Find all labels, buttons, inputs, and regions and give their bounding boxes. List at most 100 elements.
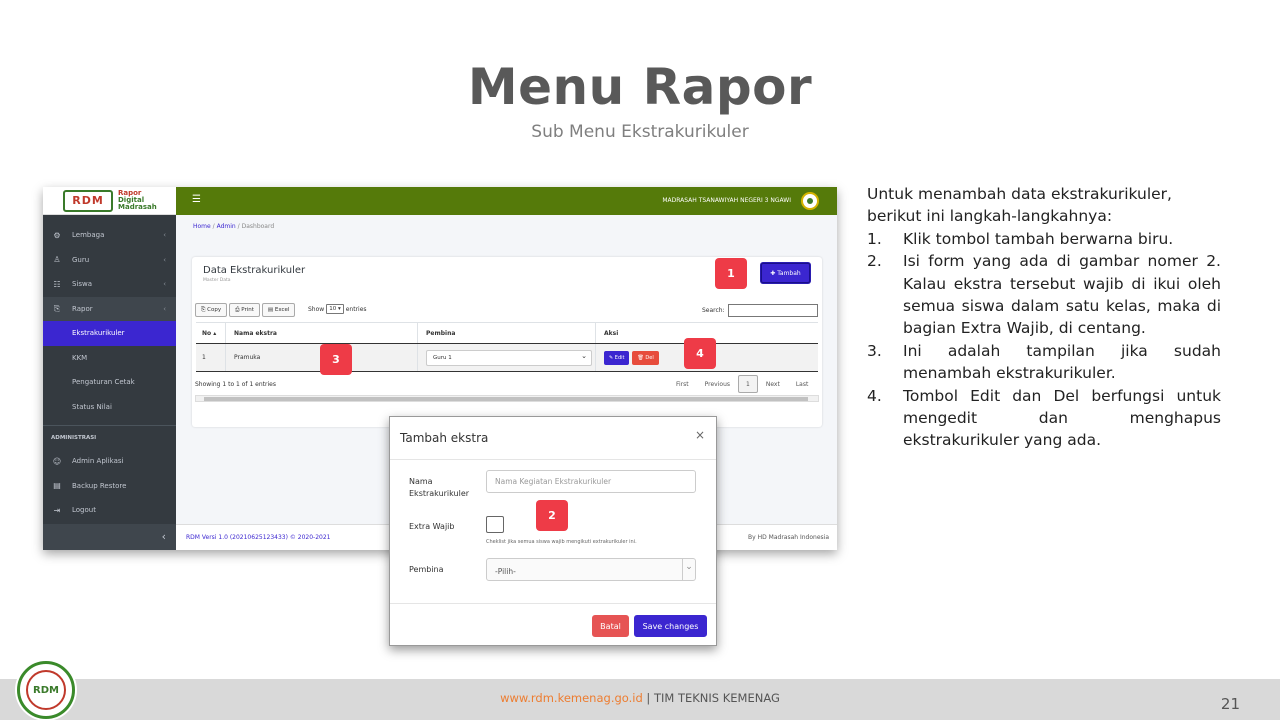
breadcrumb-sep: / xyxy=(212,223,215,230)
sidebar-item-rapor[interactable]: ⎘ Rapor ‹ xyxy=(43,296,176,321)
wajib-help: Cheklist jika semua siswa wajib mengikut… xyxy=(486,539,637,545)
step-item: 3. Ini adalah tampilan jika sudah menamba… xyxy=(867,340,1221,385)
col-no[interactable]: No ▴ xyxy=(196,323,226,343)
sidebar-subitem-ekstrakurikuler[interactable]: Ekstrakurikuler xyxy=(43,321,176,346)
school-logo-icon xyxy=(801,192,819,210)
step-item: 4. Tombol Edit dan Del berfungsi untuk me… xyxy=(867,385,1221,452)
sidebar-item-guru[interactable]: ♙ Guru ‹ xyxy=(43,248,176,273)
table-row: 1 Pramuka Guru 1 ✎ Edit 🗑 Del xyxy=(196,344,818,372)
breadcrumb: Home / Admin / Dashboard xyxy=(193,223,274,230)
pagination: First Previous 1 Next Last xyxy=(668,375,816,393)
pager-last[interactable]: Last xyxy=(788,381,817,388)
sidebar-item-label: Backup Restore xyxy=(72,481,127,490)
logout-icon: ⇥ xyxy=(53,505,61,515)
instructions-steps: 1. Klik tombol tambah berwarna biru. 2. Is… xyxy=(867,228,1221,452)
sidebar-item-logout[interactable]: ⇥ Logout xyxy=(43,498,176,523)
chevron-left-icon: ‹ xyxy=(163,231,166,240)
marker-1: 1 xyxy=(715,258,747,289)
sidebar-item-label: Logout xyxy=(72,506,96,515)
brand-text: Rapor Digital Madrasah xyxy=(118,190,157,211)
page-length-select[interactable]: 10 ▾ xyxy=(326,304,344,314)
table-info: Showing 1 to 1 of 1 entries xyxy=(195,381,276,388)
export-tools: ⎘ Copy ⎙ Print ▤ Excel xyxy=(195,303,296,317)
marker-3: 3 xyxy=(320,344,352,375)
page-number: 21 xyxy=(1220,695,1240,713)
extra-wajib-checkbox[interactable] xyxy=(486,516,504,533)
table-search: Search: xyxy=(702,304,818,317)
step-text: Ini adalah tampilan jika sudah menambah … xyxy=(903,341,1221,383)
batal-button[interactable]: Batal xyxy=(592,615,629,637)
slide: Menu Rapor Sub Menu Ekstrakurikuler RDM … xyxy=(0,0,1280,720)
table-header-row: No ▴ Nama ekstra Pembina Aksi xyxy=(196,322,818,344)
show-label: Show xyxy=(308,305,325,313)
excel-button[interactable]: ▤ Excel xyxy=(261,303,296,317)
app-version: RDM Versi 1.0 (20210625123433) © 2020-20… xyxy=(186,534,331,541)
copy-button[interactable]: ⎘ Copy xyxy=(195,303,228,317)
search-label: Search: xyxy=(702,307,725,314)
slide-subtitle: Sub Menu Ekstrakurikuler xyxy=(531,122,749,142)
card-subtitle: Master Data xyxy=(203,278,231,283)
slide-title: Menu Rapor xyxy=(467,58,813,116)
sidebar-subitem-pengaturan-cetak[interactable]: Pengaturan Cetak xyxy=(43,370,176,395)
sidebar-header-administrasi: ADMINISTRASI xyxy=(43,425,176,449)
modal-footer: Batal Save changes xyxy=(390,603,716,646)
copy-icon: ⎘ xyxy=(53,303,61,313)
edit-button[interactable]: ✎ Edit xyxy=(604,350,630,365)
breadcrumb-admin[interactable]: Admin xyxy=(217,223,236,230)
step-text: Isi form yang ada di gambar nomer 2. Kal… xyxy=(903,252,1221,338)
brand[interactable]: RDM Rapor Digital Madrasah xyxy=(43,187,176,215)
cell-no: 1 xyxy=(196,344,226,371)
step-number: 4. xyxy=(867,386,882,405)
pembina-modal-select[interactable]: -Pilih- xyxy=(486,558,696,581)
marker-2: 2 xyxy=(536,500,568,531)
breadcrumb-home[interactable]: Home xyxy=(193,223,211,230)
rdm-seal-logo-icon: RDM xyxy=(17,661,75,719)
users-icon: ☷ xyxy=(53,279,61,289)
sidebar: RDM Rapor Digital Madrasah ⚙ Lembaga ‹ ♙… xyxy=(43,187,176,550)
chevron-left-icon: ‹ xyxy=(163,255,166,264)
footer-url[interactable]: www.rdm.kemenag.go.id xyxy=(500,691,643,705)
pembina-select[interactable]: Guru 1 xyxy=(426,349,592,366)
sidebar-item-lembaga[interactable]: ⚙ Lembaga ‹ xyxy=(43,223,176,248)
nama-ekstra-input[interactable]: Nama Kegiatan Ekstrakurikuler xyxy=(486,470,696,493)
chevron-left-icon: ‹ xyxy=(161,530,166,543)
entries-label: entries xyxy=(345,305,367,313)
marker-4: 4 xyxy=(684,338,716,369)
pager-next[interactable]: Next xyxy=(758,381,788,388)
chevron-left-icon: ‹ xyxy=(163,304,166,313)
step-text: Klik tombol tambah berwarna biru. xyxy=(903,229,1174,248)
print-button[interactable]: ⎙ Print xyxy=(229,303,260,317)
sidebar-subitem-status-nilai[interactable]: Status Nilai xyxy=(43,395,176,420)
step-item: 1. Klik tombol tambah berwarna biru. xyxy=(867,228,1221,250)
pager-previous[interactable]: Previous xyxy=(697,381,738,388)
step-number: 2. xyxy=(867,252,882,271)
sidebar-item-backup-restore[interactable]: ▤ Backup Restore xyxy=(43,474,176,499)
user-icon: ♙ xyxy=(53,255,61,265)
breadcrumb-current: Dashboard xyxy=(241,223,275,230)
slide-footer: www.rdm.kemenag.go.id | TIM TEKNIS KEMEN… xyxy=(0,679,1280,720)
hamburger-menu-icon[interactable]: ☰ xyxy=(192,194,201,205)
col-nama[interactable]: Nama ekstra xyxy=(226,323,418,343)
col-pembina[interactable]: Pembina xyxy=(418,323,596,343)
sidebar-collapse-button[interactable]: ‹ xyxy=(43,524,176,550)
sidebar-item-admin-aplikasi[interactable]: ☺ Admin Aplikasi xyxy=(43,449,176,474)
step-number: 1. xyxy=(867,229,882,248)
pager-first[interactable]: First xyxy=(668,381,697,388)
delete-button[interactable]: 🗑 Del xyxy=(632,350,659,365)
modal-header: Tambah ekstra × xyxy=(390,417,716,460)
sidebar-subitem-kkm[interactable]: KKM xyxy=(43,346,176,371)
close-icon[interactable]: × xyxy=(695,428,705,442)
pager-current[interactable]: 1 xyxy=(738,375,758,393)
sidebar-item-label: Siswa xyxy=(72,280,93,289)
horizontal-scrollbar[interactable] xyxy=(195,395,819,402)
search-input[interactable] xyxy=(727,304,818,317)
gears-icon: ⚙ xyxy=(53,230,61,240)
tambah-ekstra-modal: Tambah ekstra × Nama Ekstrakurikuler Nam… xyxy=(389,416,717,646)
footer-text: www.rdm.kemenag.go.id | TIM TEKNIS KEMEN… xyxy=(0,691,1280,705)
ekstra-table: No ▴ Nama ekstra Pembina Aksi 1 Pramuka … xyxy=(196,322,818,372)
rdm-logo-icon: RDM xyxy=(63,189,113,212)
sidebar-item-siswa[interactable]: ☷ Siswa ‹ xyxy=(43,272,176,297)
save-changes-button[interactable]: Save changes xyxy=(634,615,707,637)
add-button[interactable]: ✚ Tambah xyxy=(761,263,810,283)
instructions-intro: Untuk menambah data ekstrakurikuler, ber… xyxy=(867,185,1172,226)
